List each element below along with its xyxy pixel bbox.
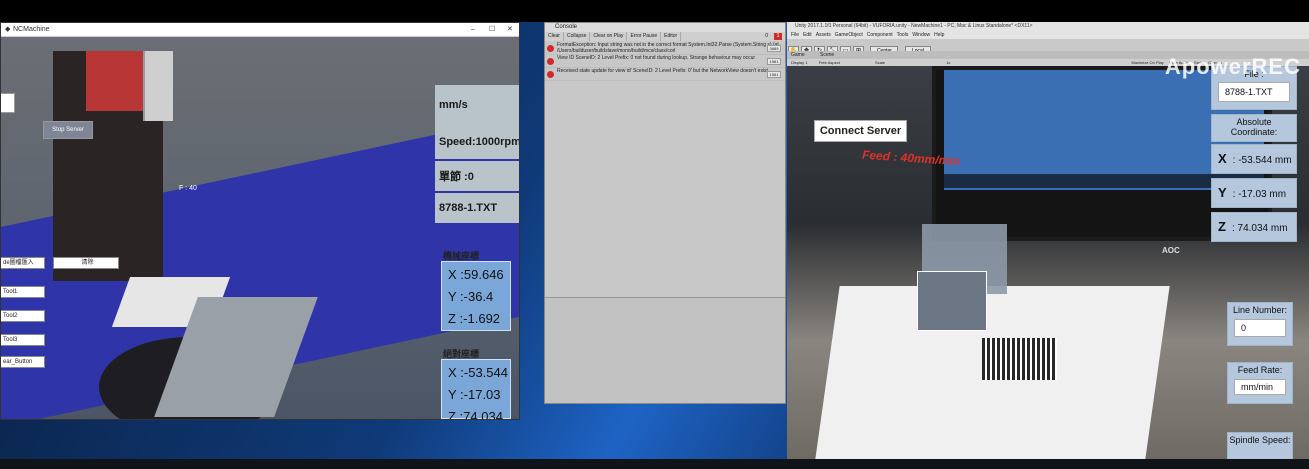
console-row-text: View ID SceneID: 2 Level Prefix: 0 not f…: [557, 55, 756, 61]
menu-file[interactable]: File: [791, 32, 799, 38]
error-icon: [547, 58, 554, 65]
window-title: NCMachine: [13, 26, 50, 33]
speed-panel: Speed:1000rpm: [435, 125, 519, 159]
console-row-count: 3889: [767, 45, 781, 52]
aspect-select[interactable]: Free Aspect: [819, 60, 840, 65]
work-coord-box: X :-53.544 Y :-17.03 Z :74.034: [441, 359, 511, 419]
menu-tools[interactable]: Tools: [897, 32, 909, 38]
work-z: Z :74.034: [448, 409, 503, 420]
menu-window[interactable]: Window: [912, 32, 930, 38]
monitor-brand: AOC: [1162, 246, 1180, 255]
axis-z: Z: [1218, 219, 1226, 234]
console-row-text: Received state update for view id' Scene…: [557, 68, 768, 74]
machine-x: X :59.646: [448, 267, 504, 282]
clear-button[interactable]: 清除: [53, 257, 119, 269]
coord-y-value: : -17.03 mm: [1232, 189, 1287, 200]
unity-editor-window: Unity 2017.1.1f1 Personal (64bit) - VUFO…: [787, 22, 1309, 459]
nc-machine-window: ◆ NCMachine – ☐ ✕ Stop Server F : 40 de圖…: [0, 22, 520, 420]
console-window: Console Clear Collapse Clear on Play Error …: [544, 22, 786, 404]
menu-edit[interactable]: Edit: [803, 32, 812, 38]
spindle-speed-panel: Spindle Speed:: [1227, 432, 1293, 459]
console-row[interactable]: View ID SceneID: 2 Level Prefix: 0 not f…: [545, 55, 785, 68]
axis-y: Y: [1218, 185, 1227, 200]
file-field[interactable]: 8788-1.TXT: [1218, 82, 1290, 102]
unity-menubar: File Edit Assets GameObject Component Tools Wi…: [787, 31, 1309, 39]
stop-server-button[interactable]: Stop Server: [43, 121, 93, 139]
ar-game-view[interactable]: AOC Connect Server Feed : 40mm/min File …: [787, 66, 1309, 459]
console-detail-pane[interactable]: [545, 297, 785, 403]
machine-coord-box: X :59.646 Y :-36.4 Z :-1.692: [441, 261, 511, 331]
close-icon[interactable]: ✕: [507, 23, 513, 37]
menu-assets[interactable]: Assets: [816, 32, 831, 38]
coord-z-value: : 74.034 mm: [1231, 223, 1288, 234]
coord-y-panel: Y : -17.03 mm: [1211, 178, 1297, 208]
clear-tool-button[interactable]: ear_Button: [1, 356, 45, 368]
console-toolbar: Clear Collapse Clear on Play Error Pause Edi…: [545, 32, 785, 41]
console-row-text: FormatException: Input string was not in…: [557, 42, 779, 54]
tool2-button[interactable]: Tool2: [1, 310, 45, 322]
qr-marker: [982, 338, 1057, 380]
machine-spindle: [143, 51, 173, 121]
maximize-on-play-toggle[interactable]: Maximize On Play: [1132, 60, 1164, 65]
unity-icon: ◆: [5, 26, 11, 33]
error-icon: [547, 71, 554, 78]
console-row[interactable]: Received state update for view id' Scene…: [545, 68, 785, 81]
windows-taskbar[interactable]: [0, 459, 1309, 469]
feed-rate-heading: Feed Rate:: [1237, 365, 1283, 375]
console-clear-on-play-button[interactable]: Clear on Play: [590, 32, 628, 41]
tab-game[interactable]: Game: [791, 52, 805, 58]
scale-value[interactable]: 1x: [946, 60, 950, 65]
console-row-count: 1581: [767, 71, 781, 78]
console-error-pause-button[interactable]: Error Pause: [627, 32, 662, 41]
console-collapse-button[interactable]: Collapse: [564, 32, 591, 41]
spindle-heading: Spindle Speed:: [1229, 435, 1291, 445]
work-x: X :-53.544: [448, 365, 508, 380]
apowerrec-watermark: ApowerREC: [1164, 54, 1301, 79]
unity-toolbar: ✋✥↻⤡▭⊞ Center Local: [787, 39, 1309, 55]
feed-rate-panel: Feed Rate: mm/min: [1227, 362, 1293, 404]
console-clear-button[interactable]: Clear: [545, 32, 564, 41]
left-edge-button[interactable]: [1, 93, 15, 113]
nc-machine-titlebar[interactable]: ◆ NCMachine – ☐ ✕: [1, 23, 519, 37]
console-title[interactable]: Console: [545, 23, 785, 32]
coord-x-value: : -53.544 mm: [1232, 155, 1292, 166]
step-panel: 單節 :0: [435, 161, 519, 191]
machine-3d-view[interactable]: Stop Server F : 40 de圖檔匯入 清除 Tool1 Tool2…: [1, 37, 519, 419]
work-y: Y :-17.03: [448, 387, 501, 402]
tool3-button[interactable]: Tool3: [1, 334, 45, 346]
scale-label: Scale: [875, 60, 886, 65]
machine-z: Z :-1.692: [448, 311, 501, 326]
recording-stage: ◆ NCMachine – ☐ ✕ Stop Server F : 40 de圖…: [0, 0, 1309, 469]
feed-marker: F : 40: [179, 185, 197, 192]
line-number-panel: Line Number: 0: [1227, 302, 1293, 346]
gcode-import-button[interactable]: de圖檔匯入: [1, 257, 45, 269]
virtual-jaw: [917, 271, 987, 331]
console-row[interactable]: FormatException: Input string was not in…: [545, 42, 785, 55]
connect-server-button[interactable]: Connect Server: [814, 120, 907, 142]
error-count[interactable]: 1: [774, 33, 782, 40]
tool1-button[interactable]: Tool1: [1, 286, 45, 298]
menu-help[interactable]: Help: [934, 32, 944, 38]
file-panel: 8788-1.TXT: [435, 193, 519, 223]
machine-y: Y :-36.4: [448, 289, 494, 304]
coord-x-panel: X : -53.544 mm: [1211, 144, 1297, 174]
menu-gameobject[interactable]: GameObject: [835, 32, 863, 38]
minimize-icon[interactable]: –: [471, 23, 475, 37]
feed-rate-field[interactable]: mm/min: [1234, 379, 1286, 395]
coord-z-panel: Z : 74.034 mm: [1211, 212, 1297, 242]
error-icon: [547, 45, 554, 52]
unity-title[interactable]: Unity 2017.1.1f1 Personal (64bit) - VUFO…: [787, 22, 1309, 31]
console-editor-button[interactable]: Editor: [661, 32, 682, 41]
axis-x: X: [1218, 151, 1227, 166]
menu-component[interactable]: Component: [867, 32, 893, 38]
warning-count[interactable]: 0: [762, 32, 771, 41]
abs-coord-heading: Absolute Coordinate:: [1211, 114, 1297, 142]
console-row-count: 1581: [767, 58, 781, 65]
line-number-field[interactable]: 0: [1234, 319, 1286, 337]
unit-panel: mm/s: [435, 85, 519, 125]
maximize-icon[interactable]: ☐: [489, 23, 495, 37]
line-heading: Line Number:: [1232, 305, 1288, 315]
tab-scene[interactable]: Scene: [820, 52, 834, 58]
display-select[interactable]: Display 1: [791, 60, 807, 65]
